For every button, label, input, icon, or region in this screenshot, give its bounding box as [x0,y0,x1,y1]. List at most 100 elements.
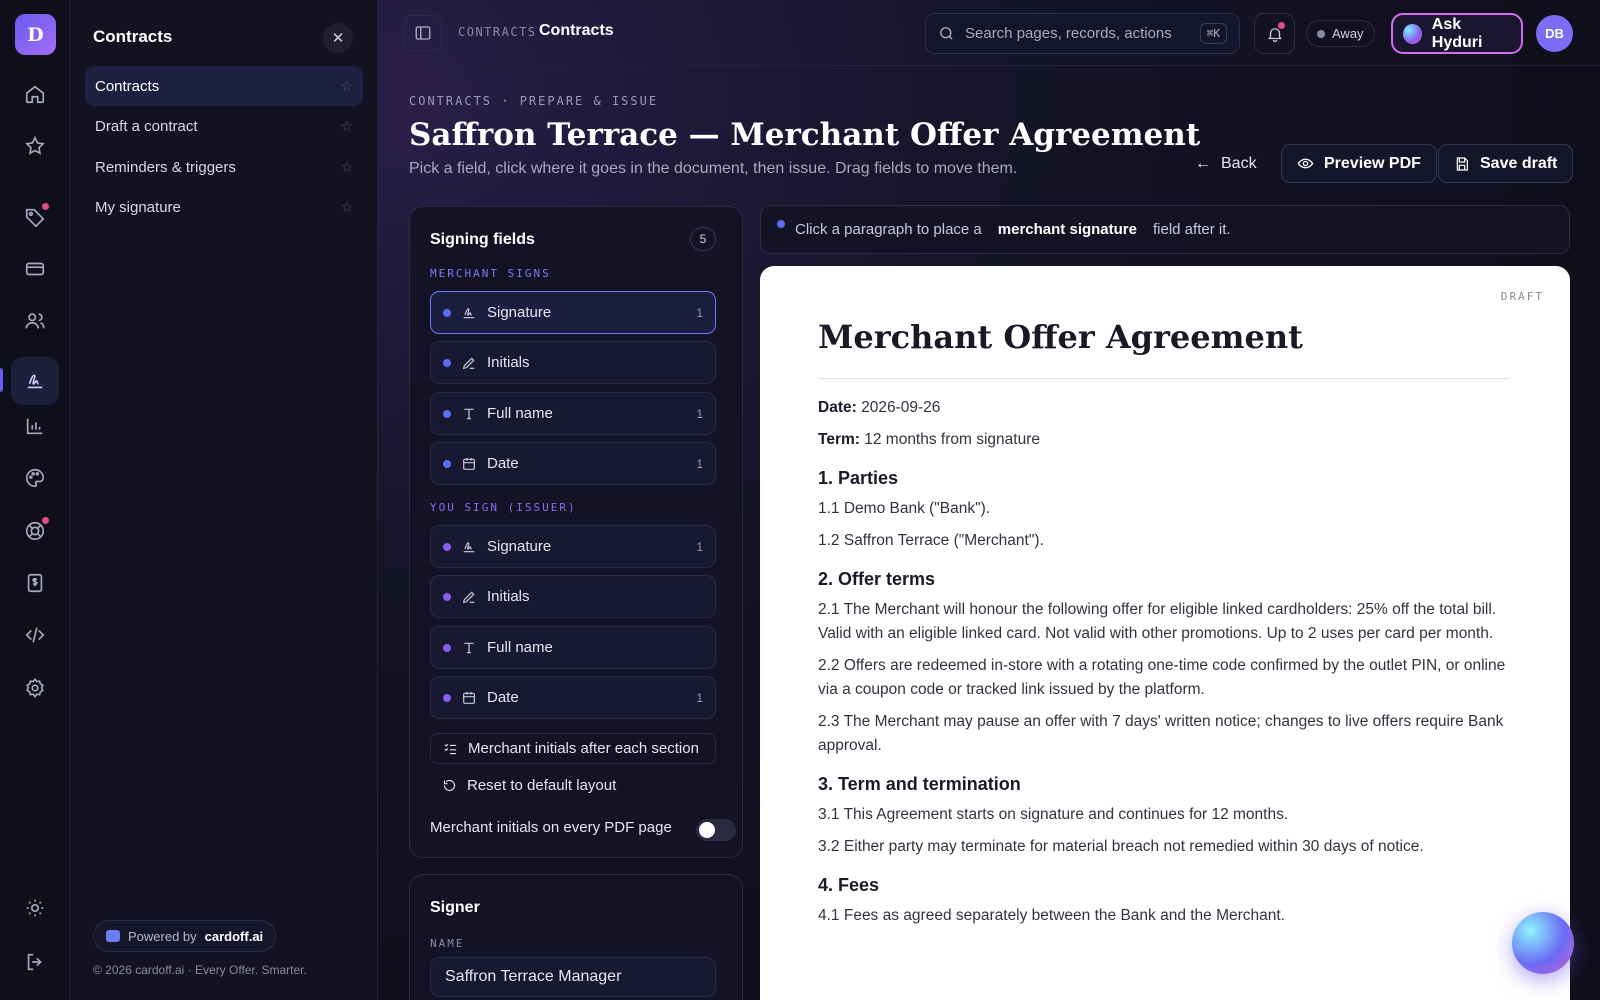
search-shortcut: ⌘K [1199,23,1227,44]
subnav-item-reminders[interactable]: Reminders & triggers ☆ [85,147,363,187]
subnav-item-label: Draft a contract [95,117,198,135]
issuer-field-date[interactable]: Date 1 [430,676,716,719]
merchant-color-dot [443,358,451,367]
save-label: Save draft [1480,154,1558,172]
subnav-item-my-signature[interactable]: My signature ☆ [85,187,363,227]
subnav-item-label: My signature [95,198,181,216]
doc-paragraph[interactable]: 1.1 Demo Bank ("Bank"). [818,497,1510,521]
date-value: 2026-09-26 [861,399,941,416]
reset-layout-label: Reset to default layout [467,777,617,794]
favorite-star-icon[interactable]: ☆ [340,199,353,216]
page-title: Saffron Terrace — Merchant Offer Agreeme… [409,117,1201,153]
text-icon [464,408,474,419]
users-icon[interactable] [11,297,59,345]
user-avatar[interactable]: DB [1536,15,1573,52]
breadcrumb-section[interactable]: CONTRACTS [458,25,537,39]
initials-after-section-button[interactable]: Merchant initials after each section [430,733,716,764]
palette-icon[interactable] [11,454,59,502]
ask-assistant-button[interactable]: Ask Hyduri [1391,13,1523,54]
section-heading: 1. Parties [818,468,899,488]
draft-badge: DRAFT [1500,290,1544,303]
document-body: Date: 2026-09-26 Term: 12 months from si… [818,396,1510,936]
credit-card-icon[interactable] [11,245,59,293]
subnav-item-contracts[interactable]: Contracts ☆ [85,66,363,106]
invoice-dollar-icon[interactable] [11,559,59,607]
signing-fields-title: Signing fields [430,231,535,248]
doc-paragraph[interactable]: 3.1 This Agreement starts on signature a… [818,803,1510,827]
theme-sun-icon[interactable] [11,884,59,932]
merchant-field-signature[interactable]: Signature 1 [430,291,716,334]
status-label: Away [1332,26,1364,41]
section-heading: 4. Fees [818,875,880,895]
issuer-field-full-name[interactable]: Full name [430,626,716,669]
document-title: Merchant Offer Agreement [818,318,1303,356]
doc-paragraph[interactable]: 3.2 Either party may terminate for mater… [818,835,1510,859]
placement-hint-banner: Click a paragraph to place a merchant si… [760,205,1570,254]
merchant-field-date[interactable]: Date 1 [430,442,716,485]
copyright-text: © 2026 cardoff.ai · Every Offer. Smarter… [93,963,307,977]
notifications-bell-icon[interactable] [1254,13,1295,54]
logout-icon[interactable] [11,938,59,986]
bar-chart-icon[interactable] [11,402,59,450]
issuer-field-initials[interactable]: Initials [430,575,716,618]
doc-paragraph[interactable]: 2.2 Offers are redeemed in-store with a … [818,654,1510,702]
assistant-floating-orb-icon[interactable] [1512,912,1574,974]
checklist-icon [444,743,457,755]
save-draft-button[interactable]: Save draft [1438,144,1574,183]
issuer-field-signature[interactable]: Signature 1 [430,525,716,568]
doc-paragraph[interactable]: Date: 2026-09-26 [818,396,1510,420]
initials-every-page-label: Merchant initials on every PDF page [430,819,672,836]
help-lifebuoy-icon[interactable] [11,507,59,555]
sidebar-toggle-icon[interactable] [404,15,442,51]
field-label: Initials [487,588,530,605]
title-divider [818,378,1510,379]
field-count: 1 [696,456,703,471]
assistant-orb-icon [1403,23,1422,44]
doc-paragraph[interactable]: 4.1 Fees as agreed separately between th… [818,904,1510,928]
tag-icon[interactable] [11,193,59,241]
doc-paragraph[interactable]: 2.3 The Merchant may pause an offer with… [818,710,1510,758]
issuer-color-dot [443,643,451,652]
date-label: Date: [818,399,857,416]
powered-by-badge[interactable]: Powered by cardoff.ai [93,920,277,952]
search-box[interactable]: Search pages, records, actions ⌘K [925,13,1240,54]
page-eyebrow: CONTRACTS · PREPARE & ISSUE [409,94,659,108]
home-icon[interactable] [11,70,59,118]
app-logo[interactable]: D [15,14,56,55]
field-count: 1 [696,305,703,320]
signer-name-input[interactable] [430,957,716,997]
document-preview[interactable]: DRAFT Merchant Offer Agreement Date: 202… [760,266,1570,1000]
merchant-field-initials[interactable]: Initials [430,341,716,384]
close-icon[interactable]: ✕ [323,23,353,53]
doc-paragraph[interactable]: Term: 12 months from signature [818,428,1510,452]
doc-paragraph[interactable]: 1.2 Saffron Terrace ("Merchant"). [818,529,1510,553]
preview-pdf-button[interactable]: Preview PDF [1281,144,1437,183]
field-label: Full name [487,405,553,422]
initials-every-page-toggle[interactable] [696,819,736,841]
status-badge[interactable]: Away [1306,20,1375,47]
signing-fields-panel: Signing fields 5 MERCHANT SIGNS Signatur… [409,206,743,858]
contracts-subnav: Contracts ✕ Contracts ☆ Draft a contract… [70,0,378,1000]
term-value: 12 months from signature [864,431,1040,448]
favorite-star-icon[interactable]: ☆ [340,78,353,95]
status-dot [1317,29,1325,38]
field-label: Date [487,455,519,472]
favorite-star-icon[interactable]: ☆ [340,159,353,176]
signature-icon[interactable] [11,357,59,405]
subnav-item-draft-contract[interactable]: Draft a contract ☆ [85,106,363,146]
back-button[interactable]: ← Back [1183,144,1269,183]
signer-name-label: NAME [430,937,465,950]
code-icon[interactable] [11,611,59,659]
hint-dot [777,220,785,228]
fields-count-badge: 5 [690,227,716,251]
reset-layout-button[interactable]: Reset to default layout [430,770,716,801]
favorite-star-icon[interactable]: ☆ [340,118,353,135]
settings-gear-icon[interactable] [11,664,59,712]
doc-paragraph[interactable]: 2.1 The Merchant will honour the followi… [818,598,1510,646]
field-count: 1 [696,539,703,554]
preview-label: Preview PDF [1324,154,1421,172]
powered-prefix: Powered by [128,928,197,944]
merchant-field-full-name[interactable]: Full name 1 [430,392,716,435]
star-icon[interactable] [11,122,59,170]
calendar-icon [463,457,475,470]
